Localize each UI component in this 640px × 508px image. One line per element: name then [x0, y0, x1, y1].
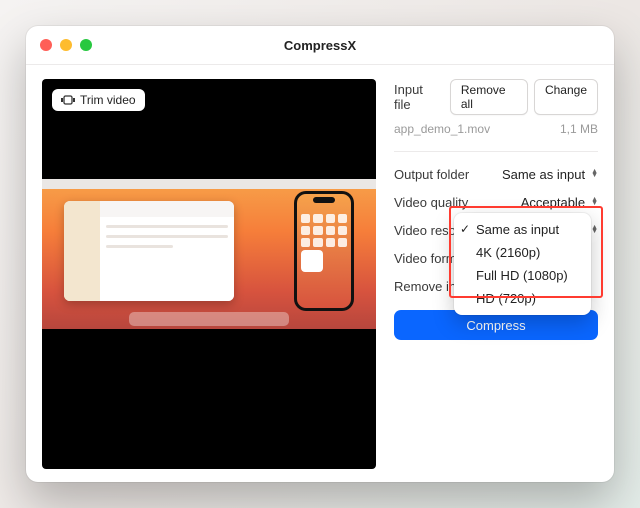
output-folder-select[interactable]: Same as input ▲▼ [502, 167, 598, 182]
video-quality-select[interactable]: Acceptable ▲▼ [521, 195, 598, 210]
window-title: CompressX [26, 38, 614, 53]
compress-label: Compress [466, 318, 525, 333]
file-name: app_demo_1.mov [394, 122, 490, 136]
preview-pane: Trim video [26, 65, 386, 482]
trim-icon [61, 94, 75, 106]
resolution-option[interactable]: 4K (2160p) [454, 241, 591, 264]
trim-video-label: Trim video [80, 93, 136, 107]
resolution-option[interactable]: HD (720p) [454, 287, 591, 310]
remove-all-button[interactable]: Remove all [450, 79, 528, 115]
titlebar: CompressX [26, 26, 614, 65]
resolution-dropdown: ✓ Same as input 4K (2160p) Full HD (1080… [454, 213, 591, 315]
trim-video-button[interactable]: Trim video [52, 89, 145, 111]
input-file-row: Input file Remove all Change [394, 79, 598, 115]
video-preview[interactable]: Trim video [42, 79, 376, 469]
chevron-updown-icon: ▲▼ [591, 170, 598, 178]
chevron-updown-icon: ▲▼ [591, 198, 598, 206]
option-label: Same as input [476, 222, 559, 237]
resolution-option[interactable]: ✓ Same as input [454, 218, 591, 241]
video-quality-label: Video quality [394, 195, 468, 210]
video-quality-value: Acceptable [521, 195, 585, 210]
file-size: 1,1 MB [560, 122, 598, 136]
output-folder-value: Same as input [502, 167, 585, 182]
change-button[interactable]: Change [534, 79, 598, 115]
chevron-updown-icon: ▲▼ [591, 226, 598, 234]
check-icon: ✓ [460, 222, 470, 236]
input-file-label: Input file [394, 82, 442, 112]
video-frame [42, 179, 376, 329]
output-folder-label: Output folder [394, 167, 469, 182]
option-label: 4K (2160p) [476, 245, 540, 260]
option-label: HD (720p) [476, 291, 536, 306]
resolution-option[interactable]: Full HD (1080p) [454, 264, 591, 287]
file-row: app_demo_1.mov 1,1 MB [394, 115, 598, 143]
output-folder-row: Output folder Same as input ▲▼ [394, 160, 598, 188]
video-quality-row: Video quality Acceptable ▲▼ [394, 188, 598, 216]
option-label: Full HD (1080p) [476, 268, 568, 283]
